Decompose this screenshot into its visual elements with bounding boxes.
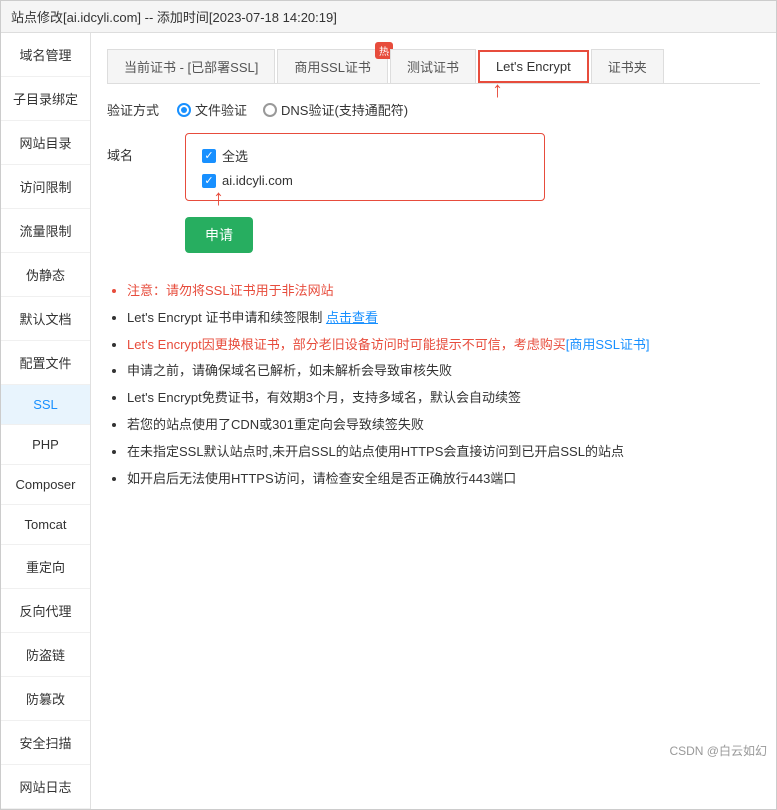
radio-file-verify[interactable]: 文件验证: [177, 100, 247, 119]
sidebar: 域名管理子目录绑定网站目录访问限制流量限制伪静态默认文档配置文件SSLPHPCo…: [1, 33, 91, 809]
sidebar-item-6[interactable]: 默认文档: [1, 297, 90, 341]
domain-item-row: ✓ ai.idcyli.com: [202, 173, 528, 188]
sidebar-item-15[interactable]: 防篡改: [1, 677, 90, 721]
radio-dns-verify[interactable]: DNS验证(支持通配符): [263, 100, 408, 119]
sidebar-item-14[interactable]: 防盗链: [1, 633, 90, 677]
note-item-4: Let's Encrypt免费证书，有效期3个月，支持多域名，默认会自动续签: [127, 388, 760, 409]
note-item-2: Let's Encrypt因更换根证书，部分老旧设备访问时可能提示不可信，考虑购…: [127, 335, 760, 356]
select-all-label: 全选: [222, 146, 248, 165]
note-item-3: 申请之前，请确保域名已解析，如未解析会导致审核失败: [127, 361, 760, 382]
sidebar-item-11[interactable]: Tomcat: [1, 505, 90, 545]
radio-file-label: 文件验证: [195, 100, 247, 119]
submit-button[interactable]: 申请: [185, 217, 253, 253]
verify-label: 验证方式: [107, 100, 177, 119]
radio-dot-file: [177, 103, 191, 117]
sidebar-item-16[interactable]: 安全扫描: [1, 721, 90, 765]
sidebar-item-7[interactable]: 配置文件: [1, 341, 90, 385]
sidebar-item-8[interactable]: SSL: [1, 385, 90, 425]
tab-2[interactable]: 测试证书: [390, 49, 476, 83]
verify-row: 验证方式 文件验证 DNS验证(支持通配符): [107, 100, 760, 119]
verify-radio-group: 文件验证 DNS验证(支持通配符): [177, 100, 408, 119]
tab-4[interactable]: 证书夹: [591, 49, 664, 83]
radio-dot-dns: [263, 103, 277, 117]
title-text: 站点修改[ai.idcyli.com] -- 添加时间[2023-07-18 1…: [11, 10, 337, 25]
sidebar-item-10[interactable]: Composer: [1, 465, 90, 505]
main-layout: 域名管理子目录绑定网站目录访问限制流量限制伪静态默认文档配置文件SSLPHPCo…: [1, 33, 776, 809]
title-bar: 站点修改[ai.idcyli.com] -- 添加时间[2023-07-18 1…: [1, 1, 776, 33]
sidebar-item-12[interactable]: 重定向: [1, 545, 90, 589]
note-item-7: 如开启后无法使用HTTPS访问，请检查安全组是否正确放行443端口: [127, 469, 760, 490]
note-item-5: 若您的站点使用了CDN或301重定向会导致续签失败: [127, 415, 760, 436]
select-all-checkbox[interactable]: ✓: [202, 149, 216, 163]
domain-label: 域名: [107, 133, 177, 164]
submit-section: 申请 ↑: [185, 217, 760, 269]
tab-0[interactable]: 当前证书 - [已部署SSL]: [107, 49, 275, 83]
sidebar-item-2[interactable]: 网站目录: [1, 121, 90, 165]
sidebar-item-4[interactable]: 流量限制: [1, 209, 90, 253]
radio-dns-label: DNS验证(支持通配符): [281, 100, 408, 119]
tab-1[interactable]: 商用SSL证书热: [277, 49, 388, 83]
sidebar-item-5[interactable]: 伪静态: [1, 253, 90, 297]
sidebar-item-1[interactable]: 子目录绑定: [1, 77, 90, 121]
domain-item-label: ai.idcyli.com: [222, 173, 293, 188]
main-window: 站点修改[ai.idcyli.com] -- 添加时间[2023-07-18 1…: [0, 0, 777, 810]
sidebar-item-9[interactable]: PHP: [1, 425, 90, 465]
sidebar-item-3[interactable]: 访问限制: [1, 165, 90, 209]
watermark: CSDN @白云如幻: [669, 742, 767, 759]
note-item-1: Let's Encrypt 证书申请和续签限制 点击查看: [127, 308, 760, 329]
sidebar-item-13[interactable]: 反向代理: [1, 589, 90, 633]
tabs-bar: 当前证书 - [已部署SSL]商用SSL证书热测试证书Let's Encrypt…: [107, 49, 760, 84]
sidebar-item-0[interactable]: 域名管理: [1, 33, 90, 77]
note-item-6: 在未指定SSL默认站点时,未开启SSL的站点使用HTTPS会直接访问到已开启SS…: [127, 442, 760, 463]
notes-list: 注意：请勿将SSL证书用于非法网站 Let's Encrypt 证书申请和续签限制…: [107, 281, 760, 489]
domain-section: 域名 ✓ 全选 ✓ ai.idcyli.com: [107, 133, 760, 217]
domain-select-all-row: ✓ 全选: [202, 146, 528, 165]
content-area: 当前证书 - [已部署SSL]商用SSL证书热测试证书 Let's Encrypt…: [91, 33, 776, 809]
note-item-0: 注意：请勿将SSL证书用于非法网站: [127, 281, 760, 302]
arrow-up-icon: ↑: [213, 185, 224, 211]
domain-box: ✓ 全选 ✓ ai.idcyli.com: [185, 133, 545, 201]
sidebar-item-17[interactable]: 网站日志: [1, 765, 90, 809]
arrow-to-tab-icon: ↑: [492, 79, 503, 101]
